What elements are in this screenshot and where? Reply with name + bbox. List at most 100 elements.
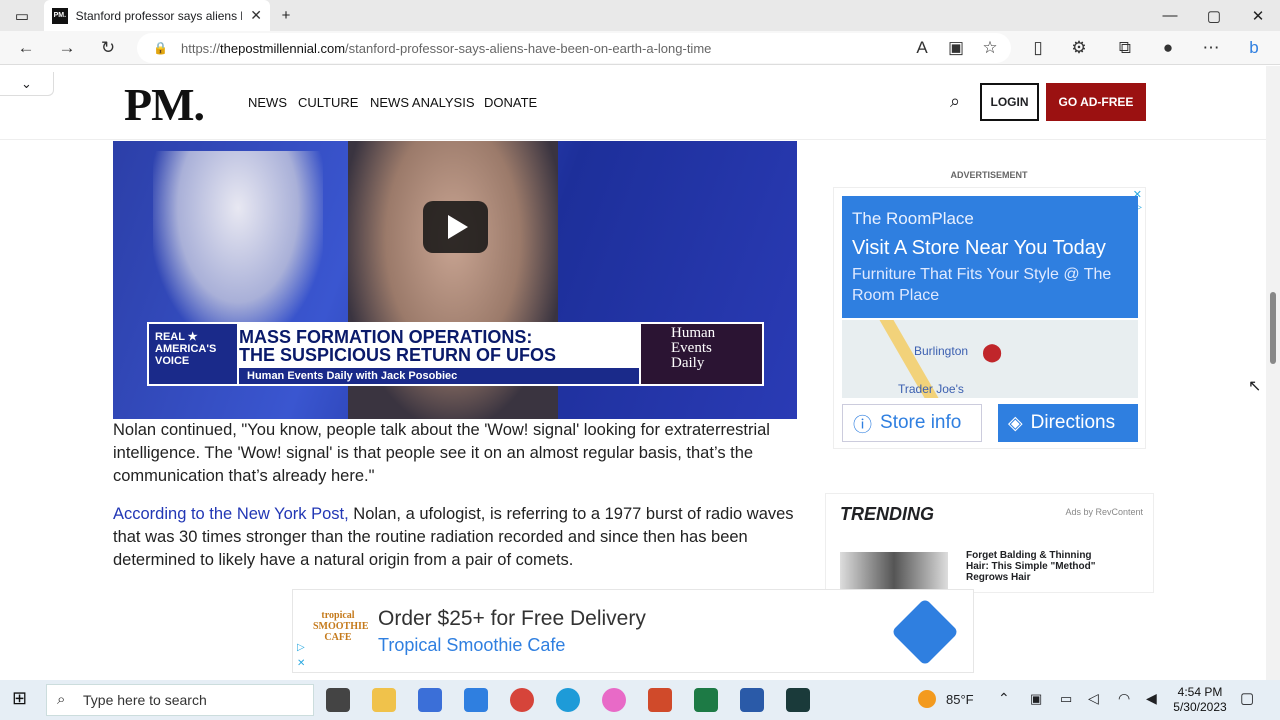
search-placeholder: Type here to search (83, 692, 207, 708)
close-tab-icon[interactable]: ✕ (250, 7, 262, 24)
nav-news[interactable]: NEWS (248, 95, 287, 110)
extensions-icon[interactable]: ⚙ (1063, 31, 1095, 65)
minimize-icon[interactable]: — (1148, 0, 1192, 31)
directions-label: Directions (1030, 412, 1116, 433)
windows-start-icon[interactable]: ⊞ (12, 688, 27, 709)
address-bar[interactable]: 🔒 https://thepostmillennial.com/stanford… (137, 33, 1011, 63)
network-logo: REAL ★ AMERICA'S VOICE (149, 324, 237, 384)
reader-view-icon[interactable]: ▣ (940, 31, 972, 65)
page-scrollbar[interactable] (1266, 66, 1280, 680)
read-aloud-icon[interactable]: A (906, 31, 938, 65)
info-icon: ⓘ (853, 414, 873, 436)
mouse-cursor-icon: ↖ (1248, 378, 1262, 395)
powerpoint-icon[interactable] (648, 688, 672, 712)
video-player[interactable]: REAL ★ AMERICA'S VOICE MASS FORMATION OP… (113, 141, 797, 419)
maximize-icon[interactable]: ▢ (1192, 0, 1236, 31)
store-icon[interactable] (418, 688, 442, 712)
ad-label: ADVERTISEMENT (950, 170, 1028, 180)
tab-actions-icon[interactable]: ▭ (0, 0, 44, 31)
system-clock[interactable]: 4:54 PM 5/30/2023 (1168, 685, 1232, 715)
ads-by-label[interactable]: Ads by RevContent (1065, 507, 1143, 517)
ad-brand: The RoomPlace (852, 209, 974, 228)
ad-subtext: Furniture That Fits Your Style @ The Roo… (852, 266, 1112, 304)
ad-logo: tropical SMOOTHIE CAFE (313, 610, 369, 643)
wifi-icon[interactable]: ◠ (1118, 690, 1130, 707)
edge-icon[interactable] (556, 688, 580, 712)
excel-icon[interactable] (694, 688, 718, 712)
video-headline: MASS FORMATION OPERATIONS: THE SUSPICIOU… (239, 328, 639, 364)
store-info-button[interactable]: ⓘ Store info (842, 404, 982, 442)
capitol-image (153, 151, 323, 341)
more-icon[interactable]: ⋯ (1195, 31, 1227, 65)
meet-icon[interactable]: ▣ (1030, 691, 1042, 707)
directions-icon: ◈ (1008, 412, 1023, 434)
volume-icon[interactable]: ◁ (1088, 690, 1099, 707)
back-icon[interactable]: ← (10, 31, 42, 65)
map-pin-icon: ⬤ (982, 342, 1003, 362)
play-icon[interactable] (423, 201, 488, 253)
show-logo: Human Events Daily (641, 324, 762, 384)
close-window-icon[interactable]: ✕ (1236, 0, 1280, 31)
word-icon[interactable] (740, 688, 764, 712)
scrollbar-thumb[interactable] (1270, 292, 1276, 364)
chrome-icon[interactable] (510, 688, 534, 712)
split-screen-icon[interactable]: ▯ (1022, 31, 1054, 65)
favorite-icon[interactable]: ☆ (974, 31, 1006, 65)
taskbar: ⊞ ⌕ Type here to search 85°F ⌃ ▣ ▭ ◁ ◠ ◀… (0, 680, 1280, 720)
weather-icon[interactable] (918, 690, 936, 708)
forward-icon[interactable]: → (51, 31, 83, 65)
browser-tab-bar: ▭ PM. Stanford professor says aliens ha … (0, 0, 1280, 31)
taskbar-search[interactable]: ⌕ Type here to search (46, 684, 314, 716)
task-view-icon[interactable] (326, 688, 350, 712)
url-prefix: https:// (181, 40, 221, 56)
chevron-down-icon[interactable]: ⌄ (0, 72, 54, 96)
new-tab-icon[interactable]: + (264, 0, 308, 31)
speaker-icon[interactable]: ◀ (1146, 690, 1157, 707)
chevron-up-icon[interactable]: ⌃ (998, 690, 1010, 707)
nypost-link[interactable]: According to the New York Post, (113, 505, 349, 523)
bottom-ad-headline: Order $25+ for Free Delivery (378, 607, 646, 630)
ad-close-icon[interactable]: ✕ (297, 658, 305, 669)
nav-culture[interactable]: CULTURE (298, 95, 358, 110)
trending-thumbnail[interactable] (840, 552, 948, 592)
collections-icon[interactable]: ⧉ (1109, 31, 1141, 65)
file-explorer-icon[interactable] (372, 688, 396, 712)
profile-icon[interactable]: ● (1152, 31, 1184, 65)
url-domain: thepostmillennial.com (220, 40, 346, 56)
store-info-label: Store info (880, 412, 962, 433)
weather-temp[interactable]: 85°F (946, 692, 974, 707)
clock-time: 4:54 PM (1177, 685, 1223, 699)
battery-icon[interactable]: ▭ (1060, 691, 1072, 707)
browser-tab[interactable]: PM. Stanford professor says aliens ha ✕ (44, 0, 270, 31)
go-ad-free-button[interactable]: GO AD-FREE (1046, 83, 1146, 121)
nav-news-analysis[interactable]: NEWS ANALYSIS (370, 95, 475, 110)
nav-donate[interactable]: DONATE (484, 95, 537, 110)
map-store: Trader Joe's (898, 382, 964, 396)
adchoices-icon[interactable]: ▷ (297, 642, 305, 653)
arrow-right-icon[interactable] (891, 598, 959, 666)
ad-banner[interactable]: The RoomPlace Visit A Store Near You Tod… (842, 196, 1138, 318)
sidebar-ad[interactable]: ✕ ▷ The RoomPlace Visit A Store Near You… (833, 187, 1146, 449)
tab-title: Stanford professor says aliens ha (75, 8, 243, 23)
refresh-icon[interactable]: ↻ (92, 31, 124, 65)
ad-headline: Visit A Store Near You Today (852, 237, 1106, 259)
site-favicon: PM. (52, 7, 68, 24)
site-logo[interactable]: PM. (124, 78, 205, 131)
search-icon: ⌕ (57, 691, 66, 708)
mail-icon[interactable] (464, 688, 488, 712)
ad-map[interactable]: Burlington ⬤ Trader Joe's (842, 320, 1138, 398)
directions-button[interactable]: ◈ Directions (998, 404, 1138, 442)
notifications-icon[interactable]: ▢ (1240, 689, 1254, 707)
trending-title: TRENDING (840, 504, 934, 524)
trending-caption[interactable]: Forget Balding & Thinning Hair: This Sim… (966, 550, 1116, 583)
bing-icon[interactable]: b (1238, 31, 1270, 65)
search-icon[interactable]: ⌕ (950, 91, 960, 112)
login-button[interactable]: LOGIN (980, 83, 1039, 121)
bottom-ad[interactable]: tropical SMOOTHIE CAFE Order $25+ for Fr… (292, 589, 974, 673)
terminal-icon[interactable] (786, 688, 810, 712)
itunes-icon[interactable] (602, 688, 626, 712)
page-content: ⌄ PM. NEWS CULTURE NEWS ANALYSIS DONATE … (0, 66, 1266, 680)
bottom-ad-sub: Tropical Smoothie Cafe (378, 635, 566, 655)
browser-toolbar: ← → ↻ 🔒 https://thepostmillennial.com/st… (0, 31, 1280, 65)
article-paragraph: Nolan continued, "You know, people talk … (113, 421, 770, 485)
